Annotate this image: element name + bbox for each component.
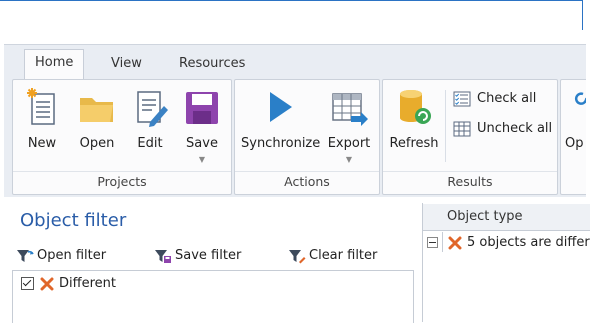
refresh-button[interactable]: Refresh: [387, 86, 441, 151]
export-button[interactable]: Export ▼: [327, 86, 371, 164]
list-item[interactable]: Different: [21, 275, 116, 293]
database-refresh-icon: [394, 86, 434, 128]
tab-view[interactable]: View: [101, 51, 152, 79]
row-indent-line: [442, 232, 443, 252]
different-x-icon: [40, 277, 54, 291]
uncheck-all-label: Uncheck all: [477, 121, 553, 136]
edit-button-label: Edit: [137, 136, 163, 151]
object-filter-list: Different: [12, 270, 414, 323]
check-list-icon: [453, 91, 471, 107]
save-filter-button[interactable]: Save filter: [154, 246, 241, 266]
floppy-disk-icon: [182, 86, 222, 128]
folder-icon: [77, 86, 117, 128]
export-button-label: Export: [327, 136, 371, 151]
save-filter-label: Save filter: [175, 248, 242, 263]
wrench-icon: [565, 86, 586, 128]
clear-filter-icon: [288, 248, 306, 264]
play-arrow-icon: [260, 86, 300, 128]
collapse-toggle-icon[interactable]: [427, 237, 438, 248]
group-label-results: Results: [383, 171, 557, 194]
window-frame-edge: [582, 0, 583, 30]
window-frame-top: [0, 0, 582, 1]
different-x-icon: [448, 236, 462, 250]
different-label: Different: [59, 276, 116, 291]
open-filter-label: Open filter: [37, 248, 107, 263]
refresh-button-label: Refresh: [389, 136, 439, 151]
group-label-projects: Projects: [13, 171, 231, 194]
new-document-icon: [22, 86, 62, 128]
save-filter-icon: [154, 248, 172, 264]
group-row-text: 5 objects are differ: [467, 235, 590, 250]
synchronize-button[interactable]: Synchronize: [241, 86, 321, 151]
ribbon-group-actions: Synchronize Export ▼ Actions: [234, 79, 380, 195]
object-filter-title: Object filter: [20, 210, 127, 231]
open-filter-button[interactable]: Open filter: [16, 246, 106, 266]
new-button[interactable]: New: [21, 86, 63, 151]
different-checkbox[interactable]: [21, 277, 34, 290]
save-dropdown-chevron-icon[interactable]: ▼: [181, 155, 223, 164]
tab-home[interactable]: Home: [24, 49, 85, 80]
column-header-label: Object type: [447, 209, 523, 224]
table-row[interactable]: 5 objects are differ: [423, 232, 590, 254]
export-table-icon: [329, 86, 369, 128]
synchronize-button-label: Synchronize: [241, 136, 321, 151]
group-label-actions: Actions: [235, 171, 379, 194]
check-all-button[interactable]: Check all: [453, 88, 536, 110]
edit-document-icon: [130, 86, 170, 128]
open-button-label: Open: [79, 136, 115, 151]
open-filter-icon: [16, 248, 34, 264]
save-button-label: Save: [186, 136, 218, 151]
table-icon: [453, 121, 471, 137]
tab-resources[interactable]: Resources: [169, 51, 255, 79]
ribbon: Home View Resources New Open Edit Save ▼…: [4, 44, 586, 197]
ribbon-group-projects: New Open Edit Save ▼ Projects: [12, 79, 232, 195]
ribbon-tab-strip: Home View Resources: [4, 45, 586, 80]
new-button-label: New: [27, 136, 57, 151]
ribbon-group-results: Refresh Check all Uncheck all Results: [382, 79, 558, 195]
export-dropdown-chevron-icon[interactable]: ▼: [327, 155, 371, 164]
ribbon-group-partial: Op: [560, 79, 586, 195]
uncheck-all-button[interactable]: Uncheck all: [453, 118, 552, 140]
clear-filter-label: Clear filter: [309, 248, 378, 263]
partial-ribbon-button[interactable]: Op: [565, 86, 586, 151]
partial-button-label: Op: [565, 136, 584, 151]
edit-button[interactable]: Edit: [129, 86, 171, 151]
check-all-label: Check all: [477, 91, 537, 106]
results-separator: [445, 90, 446, 162]
open-button[interactable]: Open: [75, 86, 119, 151]
column-header-object-type[interactable]: Object type: [423, 204, 590, 231]
save-button[interactable]: Save ▼: [181, 86, 223, 164]
clear-filter-button[interactable]: Clear filter: [288, 246, 377, 266]
